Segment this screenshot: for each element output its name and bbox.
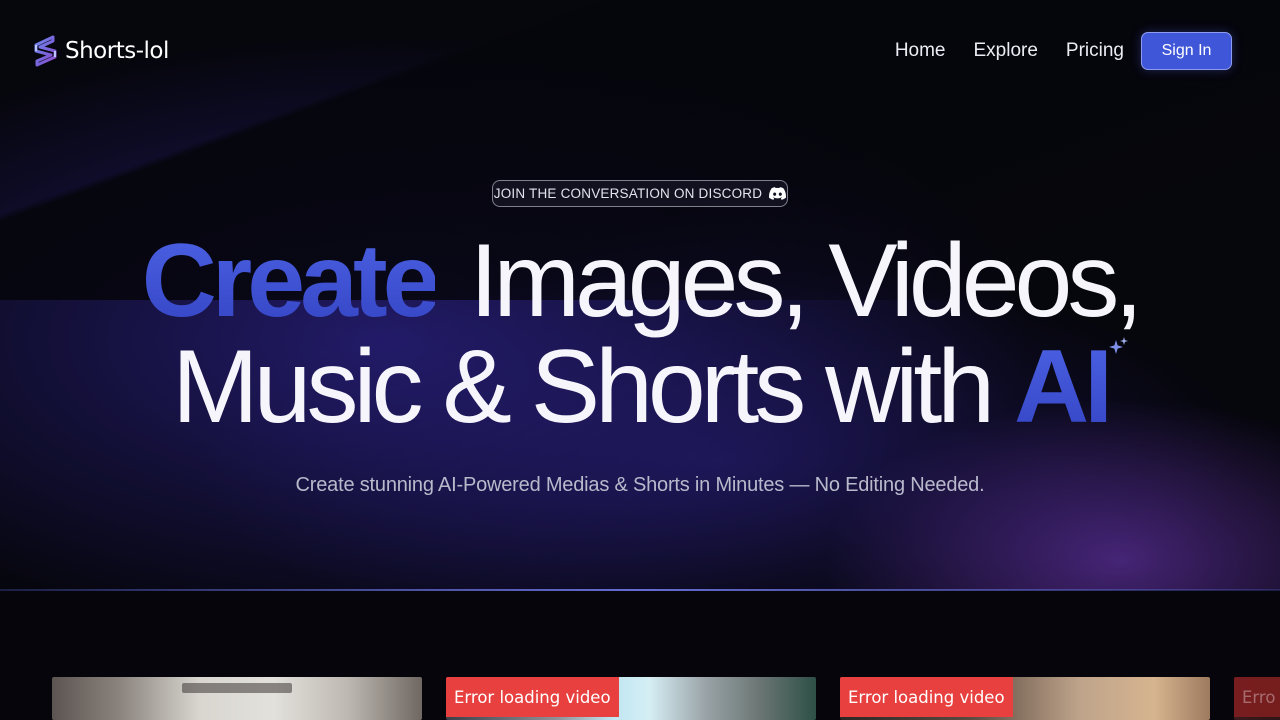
- video-error-badge: Erro: [1234, 677, 1280, 717]
- sparkle-icon: [1109, 337, 1129, 354]
- discord-pill-label: JOIN THE CONVERSATION ON DISCORD: [493, 186, 763, 201]
- hero-subtitle: Create stunning AI-Powered Medias & Shor…: [295, 474, 985, 496]
- video-card-3[interactable]: Error loading video: [840, 677, 1210, 720]
- brand-name: Shorts-lol: [65, 38, 169, 64]
- nav-link-home[interactable]: Home: [895, 40, 946, 62]
- headline-line-2: Music & Shorts with AI: [0, 334, 1280, 440]
- hero-headline: Create Images, Videos, Music & Shorts wit…: [0, 228, 1280, 440]
- headline-ai-wrapper: AI: [1014, 334, 1129, 440]
- cards-edge-fade: [0, 677, 52, 720]
- shorts-lol-s-logo-icon: [34, 35, 57, 67]
- nav-link-pricing[interactable]: Pricing: [1066, 40, 1124, 62]
- brand-logo-link[interactable]: Shorts-lol: [31, 33, 169, 69]
- headline-accent-ai: AI: [1014, 329, 1113, 445]
- headline-line-2-main: Music & Shorts with: [171, 329, 995, 445]
- sign-in-button[interactable]: Sign In: [1141, 32, 1232, 70]
- hero-divider: [0, 589, 1280, 591]
- video-error-badge: Error loading video: [446, 677, 619, 717]
- nav-link-explore[interactable]: Explore: [974, 40, 1038, 62]
- navbar: Shorts-lol Home Explore Pricing Sign In: [0, 0, 1280, 100]
- video-cards-strip: Error loading video Error loading video …: [0, 677, 1280, 720]
- headline-accent-create: Create: [141, 223, 441, 339]
- video-card-1[interactable]: [52, 677, 422, 720]
- headline-line-1-rest: Images, Videos,: [469, 223, 1143, 339]
- headline-line-1: Create Images, Videos,: [0, 228, 1280, 334]
- discord-join-pill[interactable]: JOIN THE CONVERSATION ON DISCORD: [492, 180, 788, 207]
- nav-links: Home Explore Pricing Sign In: [895, 32, 1232, 70]
- video-error-badge: Error loading video: [840, 677, 1013, 717]
- video-card-4[interactable]: Erro: [1234, 677, 1280, 720]
- discord-icon: [769, 187, 787, 200]
- video-card-2[interactable]: Error loading video: [446, 677, 816, 720]
